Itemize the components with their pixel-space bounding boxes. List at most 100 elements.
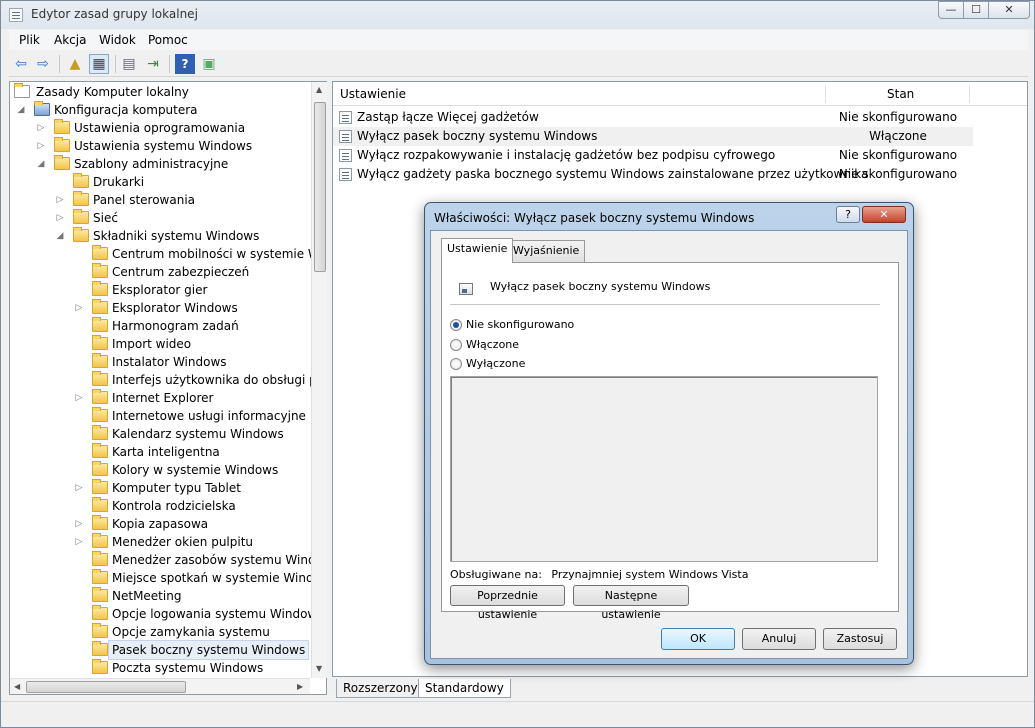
close-button[interactable]: ✕ [988, 1, 1030, 19]
properties-icon[interactable]: ▤ [119, 54, 139, 74]
scroll-down-icon[interactable]: ▼ [316, 664, 322, 673]
toolbar: ⇦ ⇨ ▲ ▦ ▤ ⇥ ? ▣ [9, 51, 1028, 77]
scroll-thumb[interactable] [26, 681, 186, 693]
supported-value: Przynajmniej system Windows Vista [551, 568, 749, 581]
collapsed-arrow-icon[interactable]: ▷ [74, 299, 84, 317]
list-row[interactable]: Wyłącz gadżety paska bocznego systemu Wi… [333, 165, 973, 184]
extended-view-icon[interactable]: ▣ [199, 54, 219, 74]
tree-horizontal-scrollbar[interactable]: ◀ ▶ [10, 678, 310, 694]
back-arrow-icon[interactable]: ⇦ [11, 54, 31, 74]
folder-icon [92, 551, 108, 566]
folder-icon [92, 569, 108, 584]
tree-vertical-scrollbar[interactable]: ▲ ▼ [311, 82, 327, 678]
supported-on: Obsługiwane na: Przynajmniej system Wind… [450, 568, 748, 581]
scroll-up-icon[interactable]: ▲ [316, 85, 322, 94]
policy-setting-icon [459, 283, 473, 295]
radio-unchecked-icon[interactable] [450, 339, 462, 351]
export-list-icon[interactable]: ⇥ [143, 54, 163, 74]
expanded-arrow-icon[interactable]: ◢ [16, 101, 26, 119]
help-icon[interactable]: ? [175, 54, 195, 74]
toolbar-separator [169, 55, 170, 73]
dialog-title[interactable]: Właściwości: Wyłącz pasek boczny systemu… [434, 211, 754, 225]
tree-pane[interactable]: Zasady Komputer lokalny ◢ Konfiguracja k… [9, 81, 327, 695]
properties-dialog: Właściwości: Wyłącz pasek boczny systemu… [424, 202, 914, 665]
folder-icon [92, 263, 108, 278]
folder-icon [54, 119, 70, 134]
up-folder-icon[interactable]: ▲ [65, 54, 85, 74]
cancel-button[interactable]: Anuluj [742, 628, 816, 650]
policy-icon [14, 83, 30, 98]
folder-icon [92, 407, 108, 422]
folder-icon [54, 155, 70, 170]
folder-icon [54, 137, 70, 152]
policy-setting-icon [339, 168, 352, 181]
computer-icon [34, 101, 50, 116]
column-separator[interactable] [825, 85, 826, 103]
collapsed-arrow-icon[interactable]: ▷ [74, 389, 84, 407]
collapsed-arrow-icon[interactable]: ▷ [36, 119, 46, 137]
tab-setting[interactable]: Ustawienie [441, 238, 514, 263]
scroll-right-icon[interactable]: ▶ [297, 682, 303, 691]
collapsed-arrow-icon[interactable]: ▷ [36, 137, 46, 155]
previous-setting-button[interactable]: Poprzednie ustawienie [450, 585, 565, 621]
tab-explanation[interactable]: Wyjaśnienie [507, 240, 586, 262]
setting-panel: Wyłącz pasek boczny systemu Windows Nie … [441, 262, 899, 621]
collapsed-arrow-icon[interactable]: ▷ [74, 515, 84, 533]
folder-icon [92, 515, 108, 530]
tab-standard[interactable]: Standardowy [418, 679, 511, 698]
ok-button[interactable]: OK [661, 628, 735, 650]
expanded-arrow-icon[interactable]: ◢ [55, 227, 65, 245]
list-row[interactable]: Zastąp łącze Więcej gadżetów Nie skonfig… [333, 108, 973, 127]
status-bar [1, 701, 1034, 727]
column-separator[interactable] [969, 85, 970, 103]
supported-label: Obsługiwane na: [450, 568, 542, 581]
policy-setting-icon [339, 130, 352, 143]
folder-icon [92, 281, 108, 296]
list-row-highlighted[interactable]: Wyłącz pasek boczny systemu Windows Włąc… [333, 127, 973, 146]
menu-bar: Plik Akcja Widok Pomoc [9, 30, 1028, 50]
title-bar[interactable]: Edytor zasad grupy lokalnej — ☐ ✕ [1, 1, 1034, 29]
expanded-arrow-icon[interactable]: ◢ [36, 155, 46, 173]
menu-view[interactable]: Widok [99, 33, 136, 47]
maximize-button[interactable]: ☐ [963, 1, 989, 19]
radio-checked-icon[interactable] [450, 319, 462, 331]
folder-icon [92, 479, 108, 494]
comment-box [450, 376, 878, 562]
dialog-close-button[interactable]: ✕ [862, 206, 906, 223]
column-header-setting[interactable]: Ustawienie [340, 82, 406, 106]
folder-icon [92, 425, 108, 440]
view-tabs: Rozszerzony Standardowy [332, 679, 1028, 699]
collapsed-arrow-icon[interactable]: ▷ [74, 479, 84, 497]
folder-icon [73, 227, 89, 242]
folder-icon [92, 659, 108, 674]
list-row[interactable]: Wyłącz rozpakowywanie i instalację gadże… [333, 146, 973, 165]
apply-button[interactable]: Zastosuj [823, 628, 897, 650]
folder-icon [92, 335, 108, 350]
folder-icon [92, 245, 108, 260]
collapsed-arrow-icon[interactable]: ▷ [55, 209, 65, 227]
folder-icon [92, 587, 108, 602]
forward-arrow-icon[interactable]: ⇨ [33, 54, 53, 74]
scroll-left-icon[interactable]: ◀ [14, 682, 20, 691]
divider [450, 304, 880, 305]
collapsed-arrow-icon[interactable]: ▷ [55, 191, 65, 209]
policy-setting-icon [339, 111, 352, 124]
radio-unchecked-icon[interactable] [450, 358, 462, 370]
policy-setting-icon [339, 149, 352, 162]
folder-icon [92, 641, 108, 656]
dialog-help-button[interactable]: ? [836, 206, 860, 223]
menu-file[interactable]: Plik [19, 33, 40, 47]
policy-name: Wyłącz pasek boczny systemu Windows [490, 280, 711, 293]
show-hide-tree-icon[interactable]: ▦ [89, 54, 109, 74]
toolbar-separator [59, 55, 60, 73]
menu-action[interactable]: Akcja [54, 33, 86, 47]
folder-icon [92, 389, 108, 404]
collapsed-arrow-icon[interactable]: ▷ [74, 533, 84, 551]
next-setting-button[interactable]: Następne ustawienie [573, 585, 689, 621]
menu-help[interactable]: Pomoc [148, 33, 188, 47]
tab-extended[interactable]: Rozszerzony [336, 679, 425, 698]
scroll-thumb[interactable] [314, 102, 326, 272]
minimize-button[interactable]: — [938, 1, 964, 19]
column-header-state[interactable]: Stan [887, 82, 914, 106]
folder-icon [73, 209, 89, 224]
